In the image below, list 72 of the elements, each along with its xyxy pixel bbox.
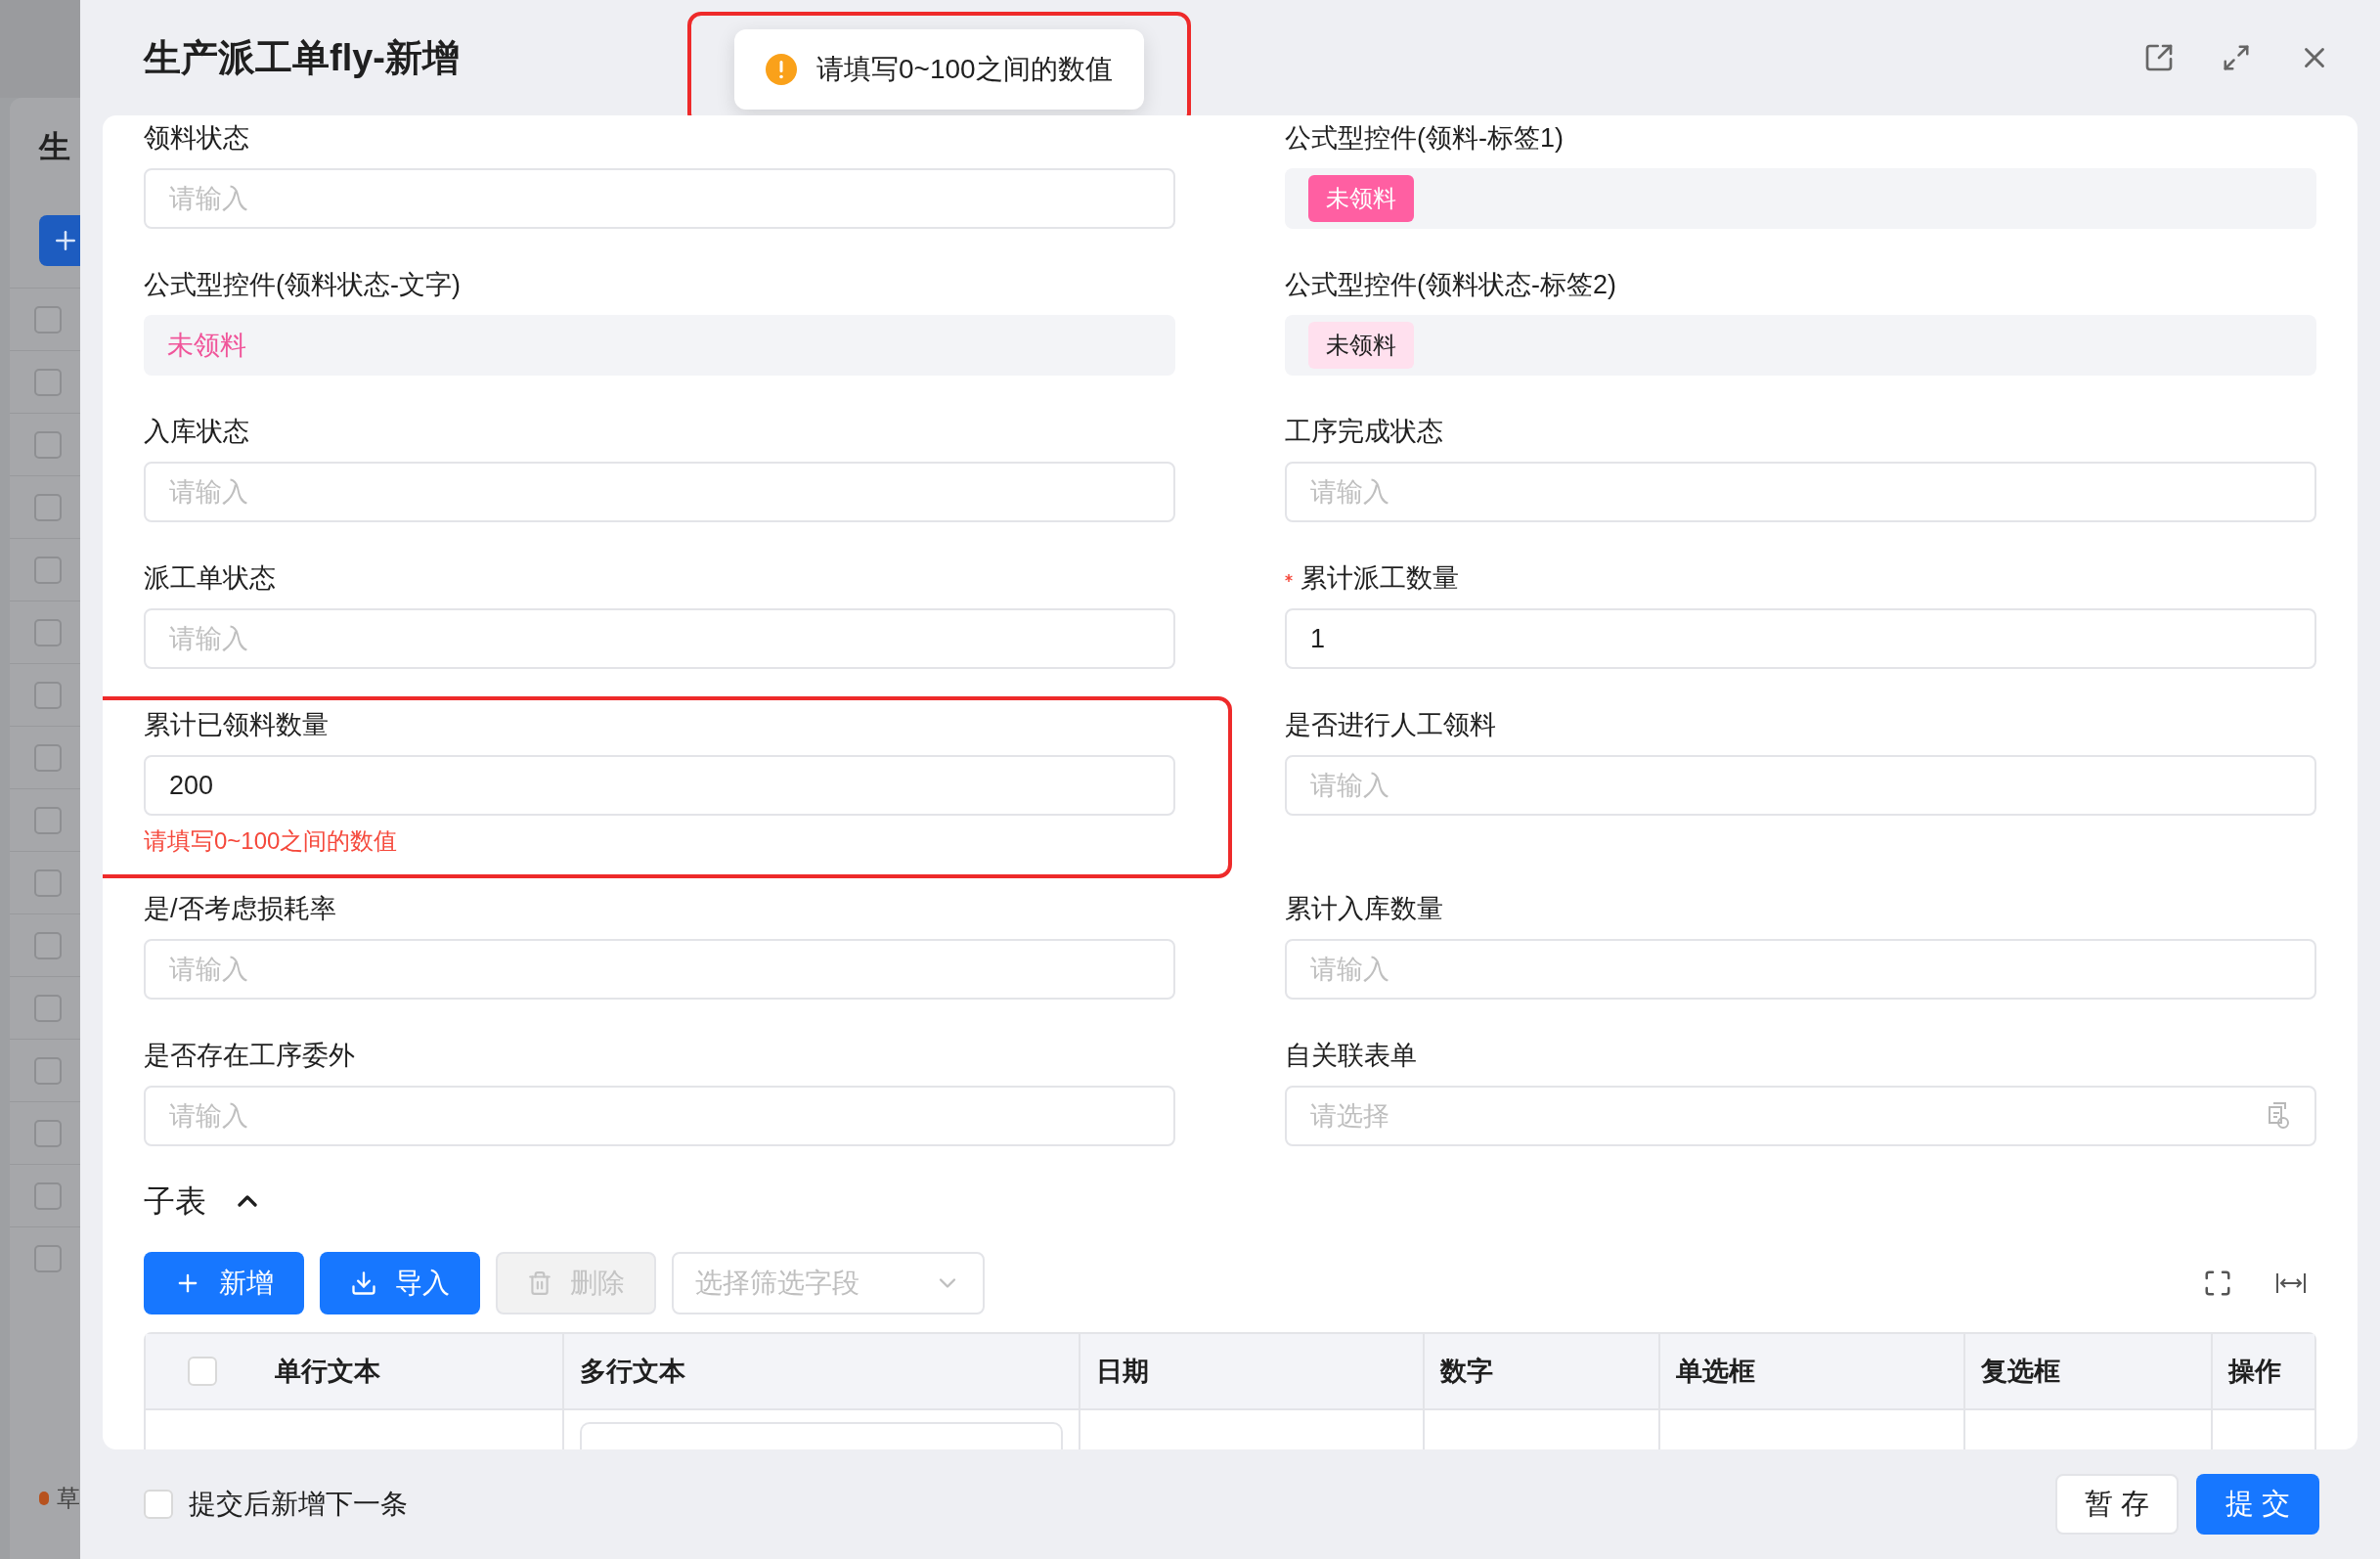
- row-checkbox[interactable]: [34, 1244, 62, 1272]
- row-checkbox[interactable]: [34, 1181, 62, 1210]
- formula-value: 未领料: [167, 329, 246, 362]
- field-label: 累计派工数量: [1300, 561, 1459, 595]
- field-label: 公式型控件(领料状态-标签2): [1285, 268, 1616, 301]
- field-label: 工序完成状态: [1285, 415, 1443, 448]
- download-icon: [350, 1269, 377, 1297]
- text-input-field[interactable]: 请输入: [144, 462, 1175, 522]
- expand-icon[interactable]: [2222, 43, 2251, 72]
- text-input-field[interactable]: 1: [1285, 608, 2316, 669]
- column-header: 复选框: [1981, 1355, 2060, 1388]
- text-input-field[interactable]: 请输入: [144, 608, 1175, 669]
- open-in-new-icon[interactable]: [2143, 42, 2175, 73]
- row-checkbox[interactable]: [34, 305, 62, 334]
- page-title: 生: [39, 128, 70, 166]
- submit-button[interactable]: 提 交: [2196, 1474, 2319, 1535]
- add-button[interactable]: [39, 215, 80, 266]
- field-label: 派工单状态: [144, 561, 276, 595]
- select-all-checkbox[interactable]: [188, 1357, 217, 1386]
- column-header: 单选框: [1676, 1355, 1755, 1388]
- field-label: 累计已领料数量: [144, 708, 329, 741]
- text-input-field[interactable]: 请输入: [1285, 939, 2316, 1000]
- column-header: 操作: [2228, 1355, 2281, 1388]
- column-header: 数字: [1440, 1355, 1493, 1388]
- row-checkbox[interactable]: [34, 806, 62, 834]
- text-input-field[interactable]: 请输入: [1285, 462, 2316, 522]
- row-checkbox[interactable]: [34, 618, 62, 646]
- field-label: 是/否考虑损耗率: [144, 892, 336, 925]
- text-input-field[interactable]: 请输入: [144, 1086, 1175, 1146]
- fullscreen-icon[interactable]: [2203, 1269, 2232, 1298]
- field-label: 是否存在工序委外: [144, 1039, 355, 1072]
- row-checkbox[interactable]: [34, 556, 62, 584]
- toolbar-button[interactable]: 导入: [320, 1252, 480, 1314]
- row-checkbox[interactable]: [34, 493, 62, 521]
- modal-title: 生产派工单fly-新增: [144, 35, 460, 80]
- continue-checkbox[interactable]: [144, 1490, 173, 1519]
- toast-message: 请填写0~100之间的数值: [816, 53, 1113, 86]
- row-checkbox[interactable]: [34, 869, 62, 897]
- row-checkbox[interactable]: [34, 430, 62, 459]
- field-label: 入库状态: [144, 415, 249, 448]
- row-checkbox[interactable]: [34, 681, 62, 709]
- status-text: 草: [57, 1484, 80, 1513]
- field-label: 领料状态: [144, 121, 249, 155]
- column-header: 多行文本: [580, 1355, 685, 1388]
- row-checkbox[interactable]: [34, 1056, 62, 1085]
- text-area-field[interactable]: [580, 1422, 1063, 1449]
- trash-icon: [527, 1270, 552, 1296]
- checkbox-label: 提交后新增下一条: [189, 1488, 408, 1521]
- field-label: 是否进行人工领料: [1285, 708, 1496, 741]
- text-input-field[interactable]: 请输入: [144, 939, 1175, 1000]
- section-title: 子表: [144, 1182, 206, 1221]
- row-checkbox[interactable]: [34, 1119, 62, 1147]
- save-draft-button[interactable]: 暂 存: [2055, 1474, 2179, 1535]
- text-input-field[interactable]: 请输入: [1285, 755, 2316, 816]
- text-input-field[interactable]: 200: [144, 755, 1175, 816]
- field-label: 累计入库数量: [1285, 892, 1443, 925]
- row-checkbox[interactable]: [34, 368, 62, 396]
- field-label: 公式型控件(领料状态-文字): [144, 268, 461, 301]
- row-checkbox[interactable]: [34, 743, 62, 772]
- row-checkbox[interactable]: [34, 931, 62, 959]
- status-tag: 未领料: [1308, 322, 1414, 369]
- field-label: 公式型控件(领料-标签1): [1285, 121, 1564, 155]
- column-header: 单行文本: [275, 1355, 380, 1388]
- status-tag: 未领料: [1308, 175, 1414, 222]
- toolbar-button[interactable]: 新增: [144, 1252, 304, 1314]
- column-header: 日期: [1096, 1355, 1149, 1388]
- field-label: 自关联表单: [1285, 1039, 1417, 1072]
- warning-icon: [766, 54, 797, 85]
- linked-document-icon: [2266, 1101, 2291, 1131]
- text-input-field[interactable]: 请输入: [144, 168, 1175, 229]
- error-message: 请填写0~100之间的数值: [144, 826, 399, 856]
- row-checkbox[interactable]: [34, 994, 62, 1022]
